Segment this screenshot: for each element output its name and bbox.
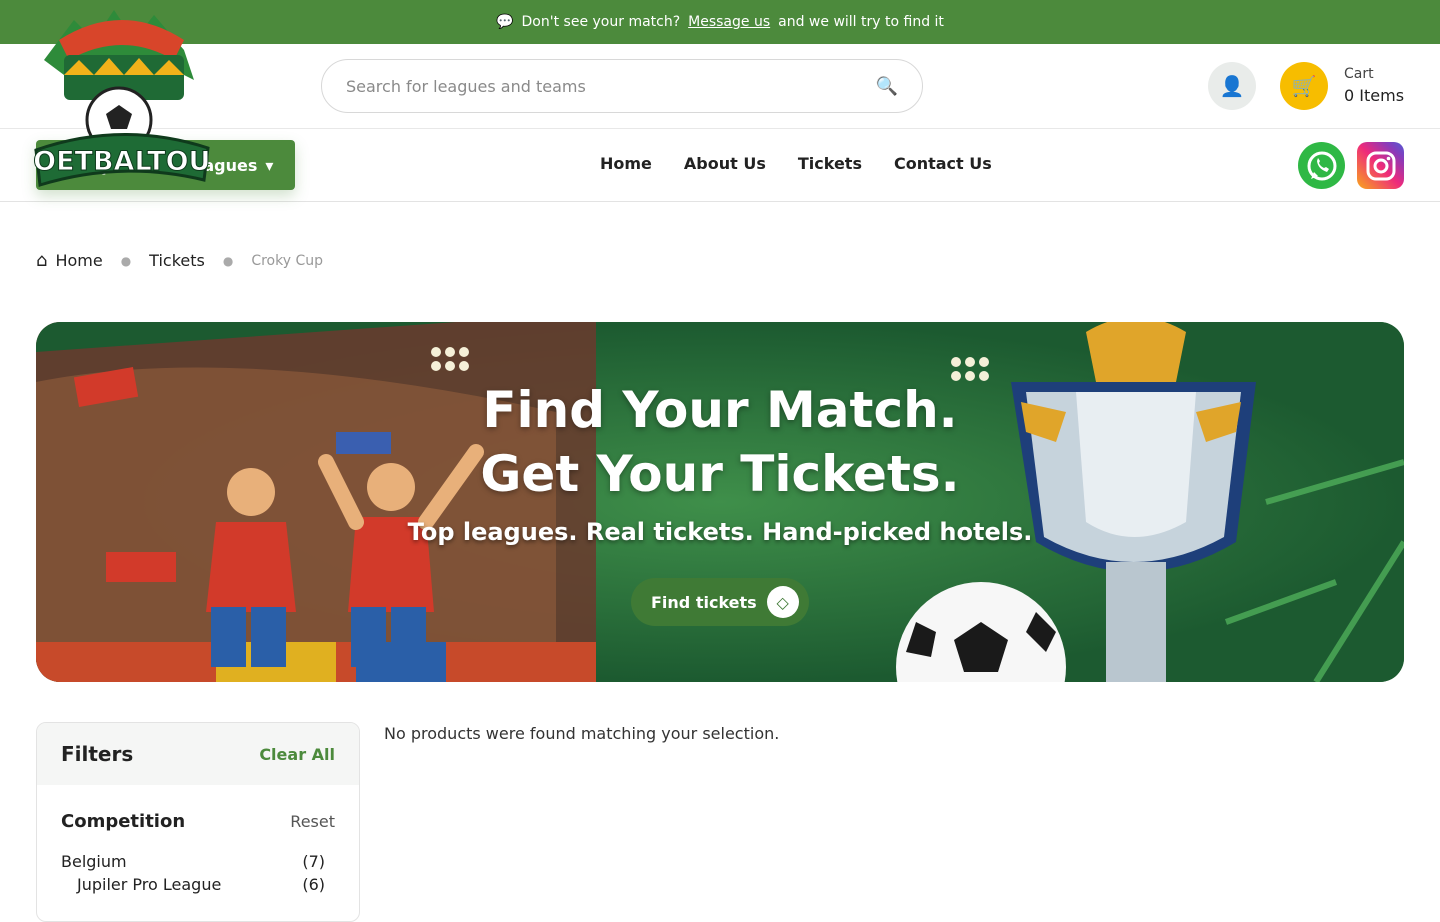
- cart-button[interactable]: 🛒: [1280, 62, 1328, 110]
- competition-title: Competition: [61, 811, 186, 832]
- hero-content: Find Your Match. Get Your Tickets. Top l…: [36, 322, 1404, 682]
- hero-title-line1: Find Your Match.: [482, 381, 958, 439]
- nav-tickets[interactable]: Tickets: [798, 154, 862, 173]
- find-tickets-label: Find tickets: [651, 592, 757, 612]
- cart-summary[interactable]: Cart 0 Items: [1344, 66, 1404, 105]
- whatsapp-button[interactable]: [1298, 142, 1345, 189]
- breadcrumb-separator: ●: [222, 253, 234, 268]
- user-icon: 👤: [1219, 74, 1245, 98]
- announcement-suffix: and we will try to find it: [778, 14, 944, 30]
- site-header: VOETBALTOUR Search for leagues and teams…: [0, 10, 1440, 187]
- no-products-message: No products were found matching your sel…: [384, 724, 780, 743]
- competition-filter-section: Competition Reset Belgium (7) Jupiler Pr…: [37, 785, 359, 894]
- chevron-down-icon: ▾: [265, 155, 274, 175]
- find-tickets-button[interactable]: Find tickets ◇: [631, 578, 809, 626]
- breadcrumb-separator: ●: [120, 253, 132, 268]
- breadcrumb-current: Croky Cup: [251, 252, 323, 269]
- instagram-button[interactable]: [1357, 142, 1404, 189]
- filter-option-label: Belgium: [61, 852, 127, 871]
- cart-label: Cart: [1344, 66, 1374, 82]
- ticket-icon: ◇: [766, 586, 799, 618]
- filters-header: Filters Clear All: [37, 723, 359, 785]
- main-navigation: ☰ Explore All Leagues ▾ Home About Us Ti…: [0, 129, 1440, 202]
- breadcrumb-tickets[interactable]: Tickets: [149, 251, 205, 270]
- cart-icon: 🛒: [1291, 74, 1317, 98]
- nav-about-us[interactable]: About Us: [684, 154, 766, 173]
- account-button[interactable]: 👤: [1208, 62, 1256, 110]
- filters-panel: Filters Clear All Competition Reset Belg…: [36, 722, 360, 922]
- search-bar[interactable]: Search for leagues and teams 🔍: [321, 59, 923, 113]
- reset-button[interactable]: Reset: [290, 812, 335, 831]
- site-logo[interactable]: VOETBALTOUR: [12, 0, 232, 200]
- clear-all-button[interactable]: Clear All: [259, 745, 335, 764]
- nav-home[interactable]: Home: [600, 154, 652, 173]
- chat-icon: 💬: [496, 14, 514, 30]
- logo-text: VOETBALTOUR: [34, 146, 210, 177]
- search-input[interactable]: Search for leagues and teams: [346, 77, 876, 96]
- filters-title: Filters: [61, 742, 134, 766]
- filter-option-count: (7): [302, 852, 325, 871]
- filter-option-label: Jupiler Pro League: [77, 875, 222, 894]
- home-icon[interactable]: ⌂: [36, 250, 47, 271]
- instagram-icon: [1366, 151, 1395, 180]
- filter-option-jupiler-pro-league[interactable]: Jupiler Pro League (6): [61, 875, 335, 894]
- announcement-bar: 💬 Don't see your match? Message us and w…: [0, 0, 1440, 44]
- message-us-link[interactable]: Message us: [688, 14, 770, 30]
- announcement-text: Don't see your match?: [521, 14, 681, 30]
- filter-option-belgium[interactable]: Belgium (7): [61, 852, 335, 871]
- nav-links: Home About Us Tickets Contact Us: [600, 154, 992, 173]
- search-icon[interactable]: 🔍: [876, 76, 898, 97]
- hero-banner: Find Your Match. Get Your Tickets. Top l…: [36, 322, 1404, 682]
- hero-title-line2: Get Your Tickets.: [480, 445, 960, 503]
- filter-option-count: (6): [302, 875, 325, 894]
- hero-subtitle: Top leagues. Real tickets. Hand-picked h…: [407, 518, 1033, 546]
- competition-header: Competition Reset: [61, 811, 335, 832]
- cart-items-count: 0 Items: [1344, 86, 1405, 105]
- breadcrumb-home[interactable]: Home: [55, 251, 102, 270]
- breadcrumb: ⌂ Home ● Tickets ● Croky Cup: [36, 250, 323, 271]
- whatsapp-icon: [1307, 151, 1336, 180]
- nav-contact-us[interactable]: Contact Us: [894, 154, 992, 173]
